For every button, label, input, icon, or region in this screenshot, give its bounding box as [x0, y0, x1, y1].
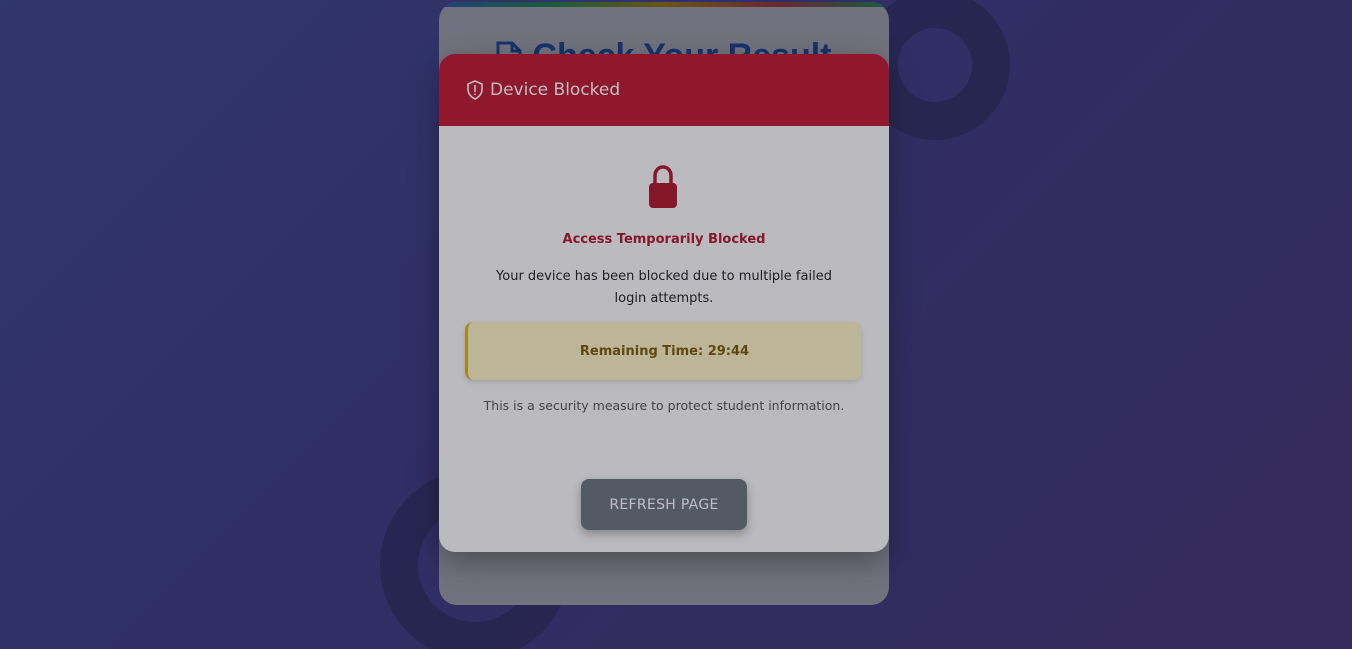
blocked-message: Your device has been blocked due to mult…	[496, 269, 832, 306]
refresh-page-button[interactable]: REFRESH PAGE	[581, 479, 747, 530]
remaining-time-box: Remaining Time: 29:44	[465, 322, 861, 380]
device-blocked-modal: Device Blocked Access Temporarily Blocke…	[439, 54, 889, 552]
security-note: This is a security measure to protect st…	[483, 398, 845, 413]
lock-icon	[649, 165, 677, 208]
modal-header: Device Blocked	[439, 54, 889, 126]
remaining-time-text: Remaining Time: 29:44	[579, 343, 750, 359]
shield-alert-icon	[467, 80, 483, 100]
blocked-heading: Access Temporarily Blocked	[562, 232, 766, 247]
modal-title: Device Blocked	[490, 80, 621, 100]
